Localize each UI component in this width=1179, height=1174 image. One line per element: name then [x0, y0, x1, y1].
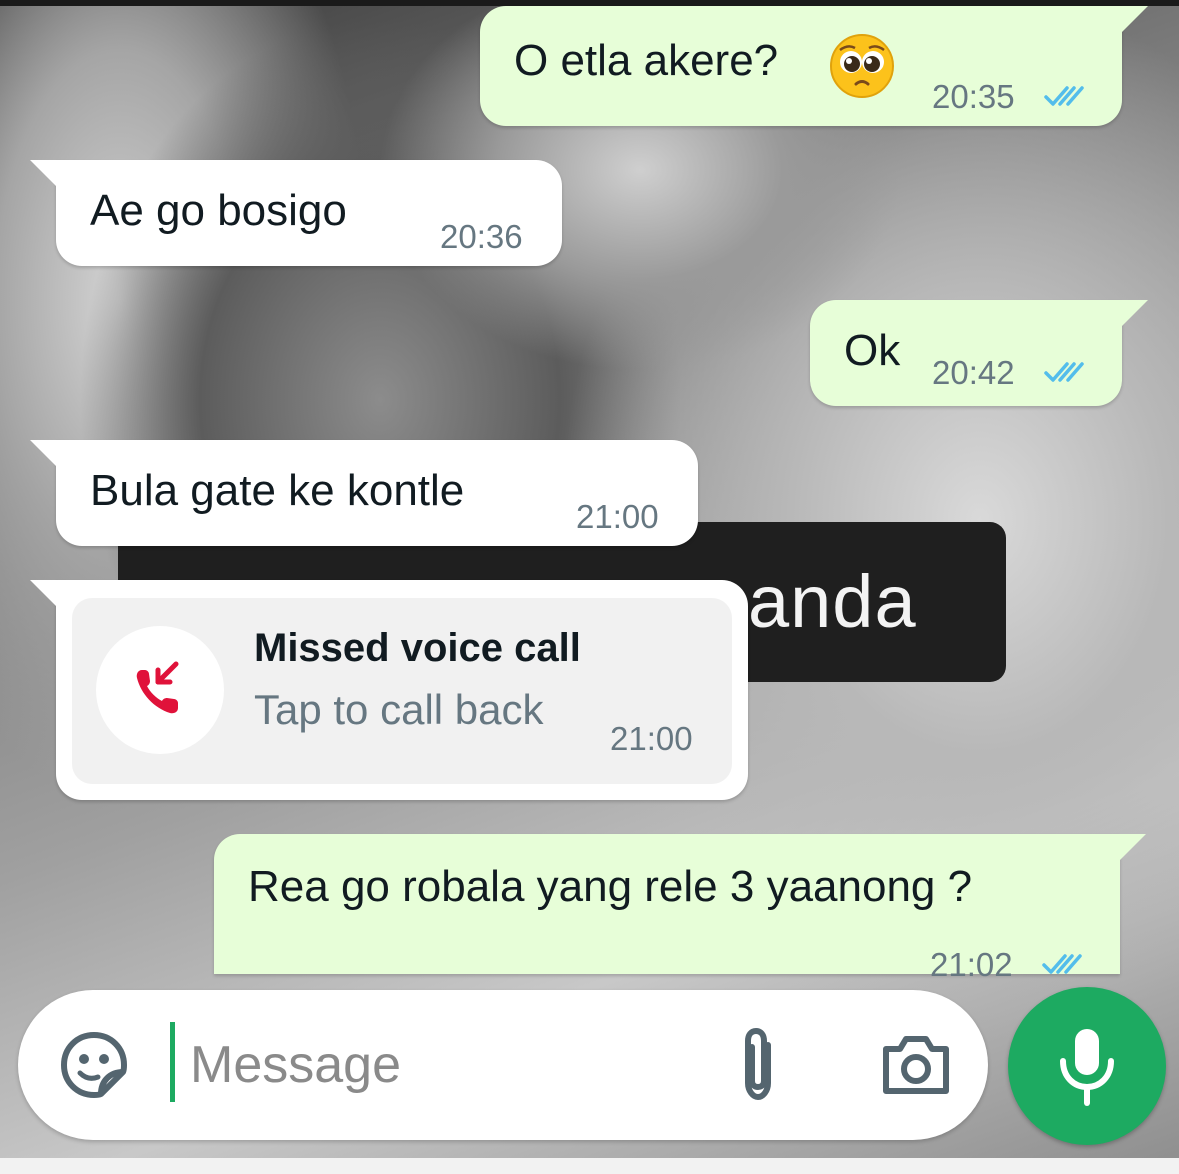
message-bubble-incoming[interactable]: Ae go bosigo 20:36 — [30, 160, 562, 266]
message-bubble-outgoing[interactable]: Rea go robala yang rele 3 yaanong ? 21:0… — [214, 834, 1146, 983]
message-time: 21:02 — [930, 946, 1013, 983]
message-bubble-outgoing[interactable]: Ok 20:42 — [810, 300, 1148, 406]
message-time: 20:42 — [932, 354, 1015, 391]
read-ticks-icon — [1044, 86, 1084, 106]
missed-call-card[interactable]: Missed voice call Tap to call back 21:00 — [72, 598, 732, 784]
message-text: O etla akere? — [514, 36, 779, 85]
text-cursor — [170, 1022, 175, 1102]
message-time: 20:35 — [932, 78, 1015, 115]
pleading-face-emoji — [828, 32, 896, 100]
message-text: Bula gate ke kontle — [90, 466, 465, 515]
message-bubble-outgoing[interactable]: O etla akere? 20:35 — [480, 6, 1148, 126]
message-time: 21:00 — [576, 498, 659, 535]
message-time: 20:36 — [440, 218, 523, 255]
read-ticks-icon — [1044, 362, 1084, 382]
message-time: 21:00 — [610, 720, 693, 757]
read-ticks-icon — [1042, 954, 1082, 974]
sticker-icon[interactable] — [58, 1029, 130, 1101]
missed-call-title: Missed voice call — [254, 626, 581, 670]
message-text: Ae go bosigo — [90, 186, 347, 235]
wallpaper-caption-text: anda — [748, 560, 917, 643]
call-back-prompt[interactable]: Tap to call back — [254, 686, 544, 734]
message-bubble-incoming[interactable]: Bula gate ke kontle 21:00 — [30, 440, 698, 546]
missed-call-icon — [136, 661, 179, 714]
navigation-area — [0, 1158, 1179, 1174]
message-input[interactable] — [176, 1028, 696, 1102]
message-text: Ok — [844, 326, 901, 375]
voice-message-button[interactable] — [1008, 987, 1166, 1145]
message-text: Rea go robala yang rele 3 yaanong ? — [248, 862, 973, 911]
camera-icon[interactable] — [880, 1033, 952, 1097]
missed-call-icon-circle — [96, 626, 224, 754]
message-composer — [18, 990, 988, 1140]
attach-icon[interactable] — [730, 1025, 786, 1105]
mic-icon — [1060, 1029, 1114, 1106]
